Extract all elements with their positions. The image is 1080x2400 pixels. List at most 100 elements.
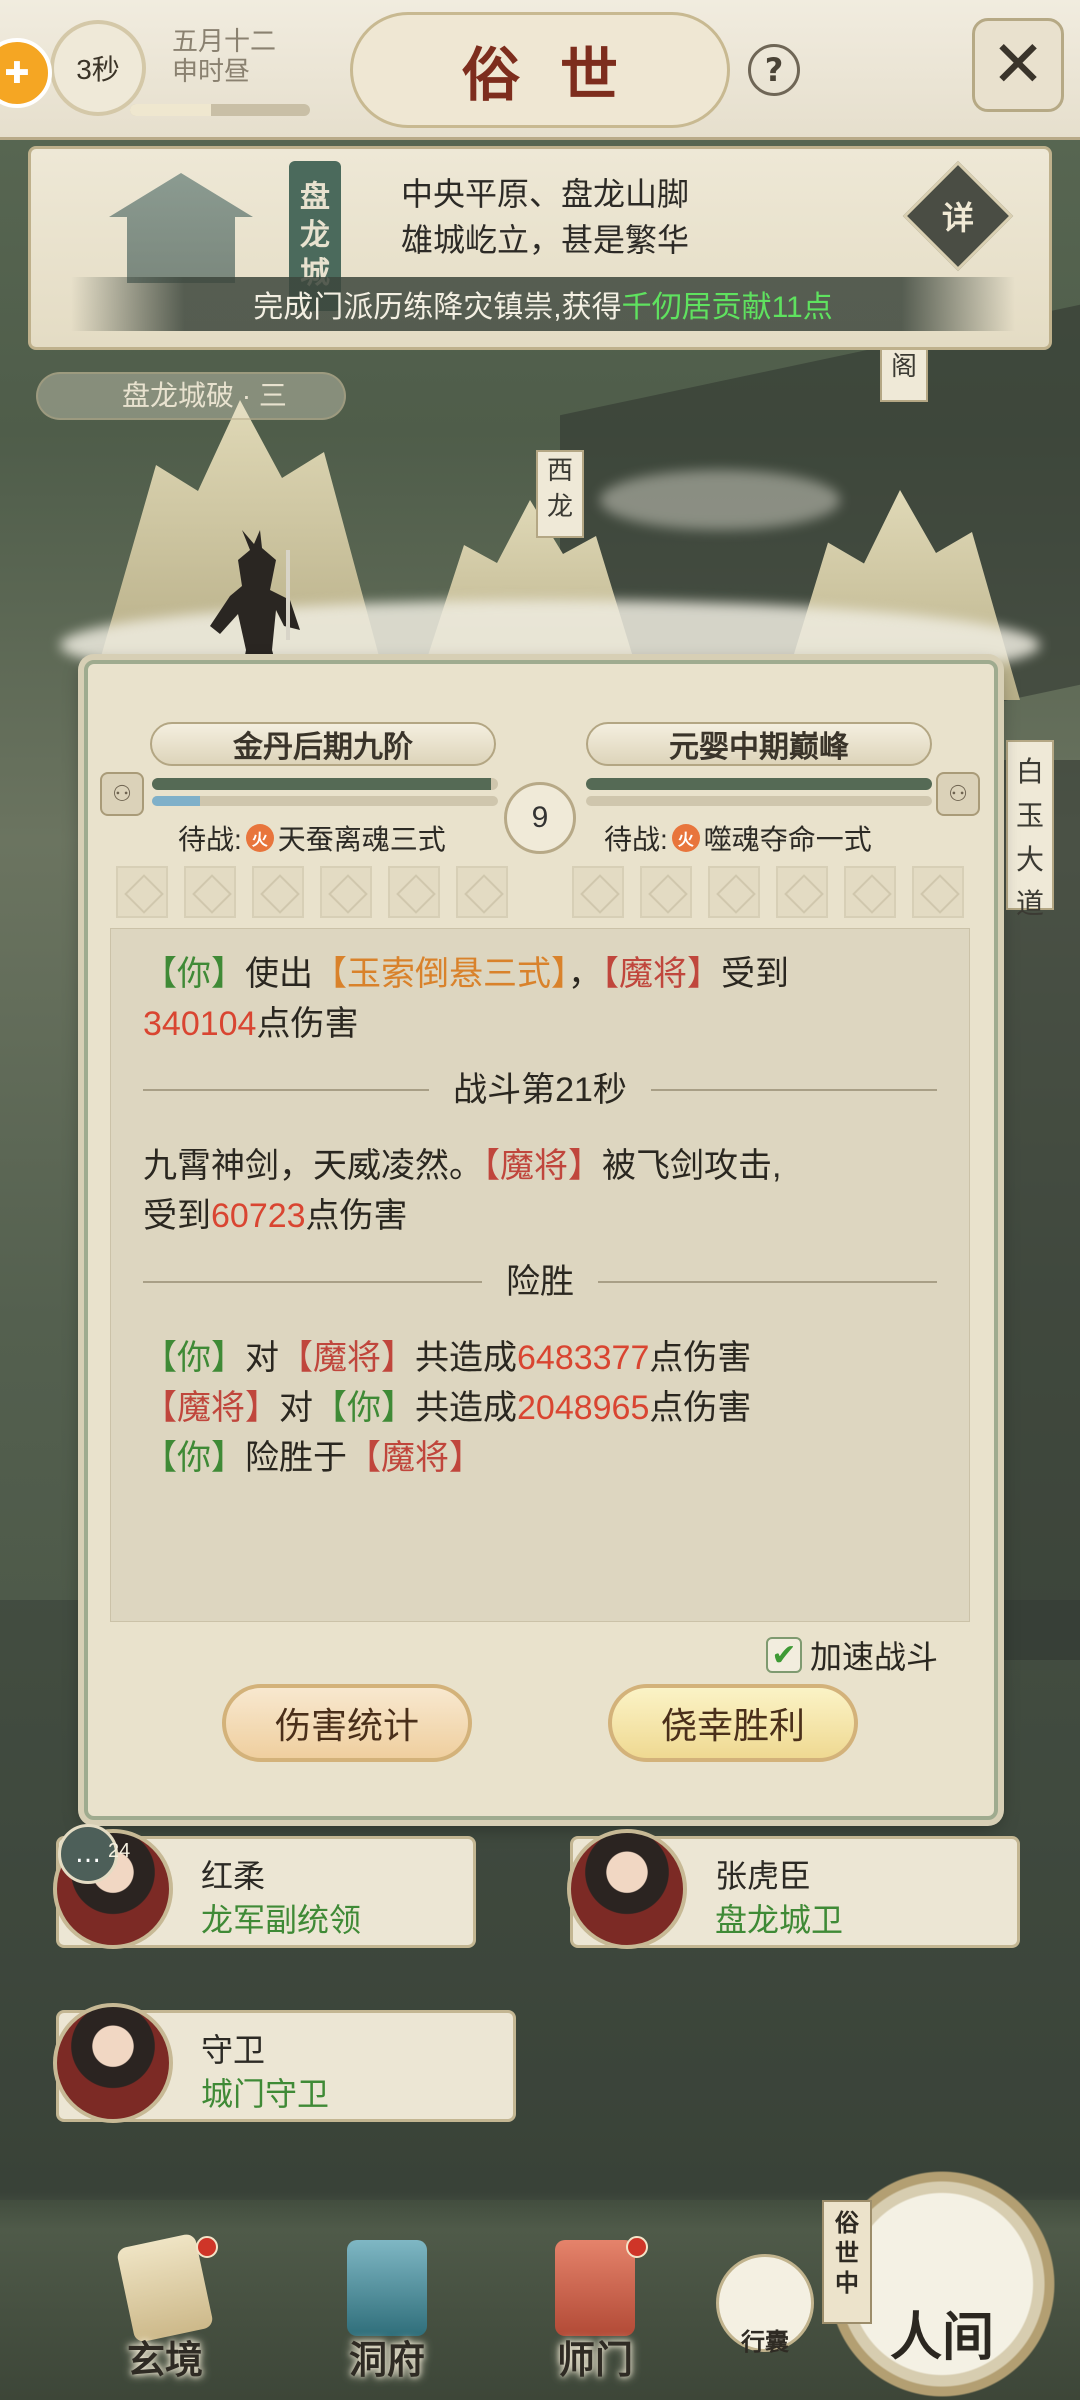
player-mp-bar (152, 796, 498, 806)
pavilion-sign[interactable]: 阁 (880, 346, 928, 402)
npc-card[interactable]: 守卫 城门守卫 (53, 2003, 516, 2123)
player-hp-bar (152, 778, 498, 790)
round-counter: 9 (504, 782, 576, 854)
time-divider: 战斗第21秒 (143, 1065, 937, 1115)
buff-slot[interactable] (912, 866, 964, 918)
buff-slot[interactable] (572, 866, 624, 918)
reward-highlight: 千仞居贡献11点 (621, 291, 833, 324)
notification-dot (196, 2236, 218, 2258)
log-text: 对 (245, 1339, 279, 1377)
buff-slot[interactable] (184, 866, 236, 918)
avatar (53, 2003, 173, 2123)
enemy-realm: 元婴中期巅峰 (586, 722, 932, 766)
skill-name: 【玉索倒悬三式】 (313, 955, 568, 993)
buff-slot[interactable] (640, 866, 692, 918)
buff-slot[interactable] (456, 866, 508, 918)
countdown-timer: 3秒 (50, 20, 146, 116)
damage-value: 2048965 (517, 1389, 650, 1427)
log-text: 对 (279, 1389, 313, 1427)
actor-you: 【你】 (143, 1439, 245, 1477)
crossed-swords-icon[interactable]: ✕ (972, 18, 1064, 112)
log-text: 被飞剑攻击, (602, 1147, 782, 1185)
buff-slot[interactable] (388, 866, 440, 918)
location-description: 中央平原、盘龙山脚 雄城屹立，甚是繁华 (401, 171, 689, 263)
buff-slot[interactable] (776, 866, 828, 918)
top-bar: 3秒 ✚ 五月十二 申时昼 俗世 ? ✕ (0, 0, 1080, 140)
notification-dot (626, 2236, 648, 2258)
waiting-label: 待战: (178, 824, 242, 855)
player-waiting-skill: 待战: 火 天蚕离魂三式 (178, 818, 446, 858)
checkbox-icon[interactable]: ✔ (766, 1637, 802, 1673)
buff-slot[interactable] (844, 866, 896, 918)
log-text: 点伤害 (256, 1005, 359, 1043)
enemy-avatar-icon[interactable]: ⚇ (936, 772, 980, 816)
enemy-hp-bar (586, 778, 932, 790)
game-date: 五月十二 申时昼 (172, 26, 276, 86)
actor-enemy: 【魔将】 (279, 1339, 415, 1377)
fire-element-icon: 火 (245, 824, 274, 852)
npc-role: 龙军副统领 (201, 1902, 362, 1938)
actor-enemy: 【魔将】 (483, 1147, 602, 1185)
detail-label: 详 (941, 198, 975, 237)
day-progress-bar (130, 104, 310, 116)
buff-slot[interactable] (116, 866, 168, 918)
victory-button[interactable]: 侥幸胜利 (608, 1684, 858, 1762)
damage-value: 6483377 (517, 1339, 650, 1377)
waiting-skill-name: 天蚕离魂三式 (277, 824, 446, 855)
npc-role: 城门守卫 (201, 2076, 330, 2112)
page-title: 俗世 (350, 12, 730, 128)
enemy-waiting-skill: 待战: 火 噬魂夺命一式 (604, 818, 872, 858)
npc-name: 守卫 (201, 2032, 266, 2068)
npc-card[interactable]: 张虎臣 盘龙城卫 (567, 1829, 1020, 1949)
pagoda-icon (347, 2240, 427, 2336)
damage-stats-button[interactable]: 伤害统计 (222, 1684, 472, 1762)
location-header: 盘 龙 城 中央平原、盘龙山脚 雄城屹立，甚是繁华 详 完成门派历练降灾镇祟,获… (28, 146, 1052, 350)
nav-label: 师门 (556, 2337, 633, 2382)
battle-summary: 【你】对【魔将】共造成6483377点伤害 【魔将】对【你】共造成2048965… (143, 1333, 937, 1483)
log-text: 共造成 (415, 1339, 517, 1377)
battle-log[interactable]: 【你】使出【玉索倒悬三式】，【魔将】受到 340104点伤害 战斗第21秒 九霄神… (110, 928, 970, 1622)
log-entry: 九霄神剑，天威凌然。【魔将】被飞剑攻击, 受到60723点伤害 (143, 1141, 937, 1241)
west-sign[interactable]: 西龙 (536, 450, 584, 538)
summary-line: 【魔将】对【你】共造成2048965点伤害 (143, 1383, 937, 1433)
gamepad-icon[interactable]: ✚ (0, 38, 52, 108)
detail-button[interactable]: 详 (902, 160, 1014, 272)
actor-enemy: 【魔将】 (143, 1389, 279, 1427)
log-entry: 【你】使出【玉索倒悬三式】，【魔将】受到 340104点伤害 (143, 949, 937, 1049)
nav-label: 洞府 (348, 2337, 425, 2382)
nav-shimen[interactable]: 师门 (520, 2236, 670, 2390)
region-sign[interactable]: 盘龙城破 · 三 (36, 372, 346, 420)
log-text: ， (568, 955, 602, 993)
log-text: 点伤害 (649, 1389, 752, 1427)
log-text: 点伤害 (305, 1197, 408, 1235)
divider-label: 险胜 (506, 1263, 574, 1301)
log-text: 受到 (721, 955, 789, 993)
actor-you: 【你】 (143, 955, 245, 993)
nav-xuanjing[interactable]: 玄境 (90, 2232, 240, 2390)
actor-enemy: 【魔将】 (602, 955, 721, 993)
fire-element-icon: 火 (671, 824, 700, 852)
speed-up-label: 加速战斗 (810, 1639, 939, 1675)
nav-dongfu[interactable]: 洞府 (312, 2240, 462, 2390)
reward-banner: 完成门派历练降灾镇祟,获得 千仞居贡献11点 (71, 277, 1015, 331)
player-avatar-icon[interactable]: ⚇ (100, 772, 144, 816)
buff-slot[interactable] (708, 866, 760, 918)
waiting-skill-name: 噬魂夺命一式 (703, 824, 872, 855)
bag-label: 行囊 (741, 2327, 789, 2356)
npc-name: 红柔 (201, 1858, 266, 1894)
log-text: 使出 (245, 955, 313, 993)
summary-line: 【你】险胜于【魔将】 (143, 1433, 937, 1483)
actor-you: 【你】 (313, 1389, 415, 1427)
question-icon[interactable]: ? (748, 44, 800, 96)
buff-slot[interactable] (320, 866, 372, 918)
road-sign[interactable]: 白玉大道 (1006, 740, 1054, 919)
buff-slot[interactable] (252, 866, 304, 918)
actor-enemy: 【魔将】 (347, 1439, 483, 1477)
actor-you: 【你】 (143, 1339, 245, 1377)
player-realm: 金丹后期九阶 (150, 722, 496, 766)
log-text: 点伤害 (649, 1339, 752, 1377)
location-line: 雄城屹立，甚是繁华 (401, 222, 690, 258)
player-buff-slots (116, 866, 508, 918)
speed-up-toggle[interactable]: ✔ 加速战斗 (766, 1632, 938, 1678)
npc-name: 张虎臣 (715, 1858, 812, 1894)
